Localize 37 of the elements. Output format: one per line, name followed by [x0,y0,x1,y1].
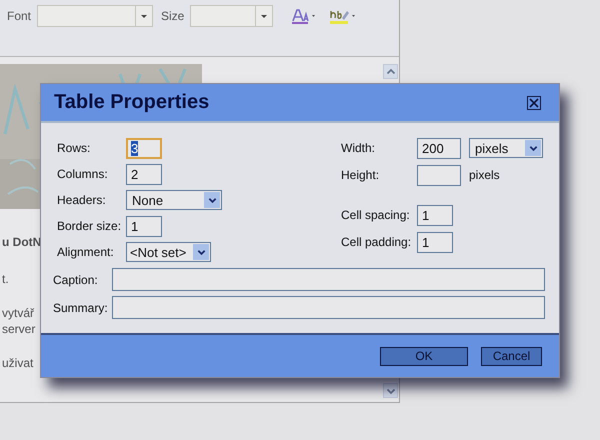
input-field[interactable]: 200 [417,138,461,158]
field-label: Caption: [53,272,99,286]
dropdown[interactable]: None [126,190,222,210]
input-field[interactable]: 1 [417,204,453,226]
input-field[interactable] [417,164,461,186]
dialog-title: Table Properties [54,91,210,114]
cancel-button[interactable]: Cancel [481,346,542,366]
unit-label: pixels [469,168,500,182]
field-label: Rows: [57,141,92,155]
field-label: Cell padding: [341,235,412,249]
field-label: Columns: [57,167,109,181]
input-field[interactable] [112,296,545,319]
font-label: Font [7,9,32,23]
field-label: Cell spacing: [341,208,411,222]
field-label: Width: [341,141,376,155]
scroll-down-icon[interactable] [383,383,398,398]
input-field[interactable]: 1 [126,216,162,236]
text-line: t. [2,271,9,287]
field-label: Summary: [53,300,109,314]
input-field[interactable]: 3 [126,138,162,158]
scroll-up-icon[interactable] [383,64,398,79]
field-label: Headers: [57,193,107,207]
field-label: Border size: [57,219,122,233]
size-label: Size [161,9,184,23]
unit-dropdown[interactable]: pixels [469,138,543,158]
text-line: u DotN [2,234,42,250]
text-line: server [2,321,36,337]
close-icon[interactable] [527,96,541,110]
field-label: Alignment: [57,245,115,259]
text-line: uživat [2,355,34,371]
input-field[interactable]: 1 [417,232,453,252]
text-line: vytvář [2,305,34,321]
input-field[interactable]: 2 [126,164,162,184]
input-field[interactable] [112,268,545,291]
field-label: Height: [341,168,380,182]
dropdown[interactable]: <Not set> [126,242,211,262]
ok-button[interactable]: OK [380,346,468,366]
